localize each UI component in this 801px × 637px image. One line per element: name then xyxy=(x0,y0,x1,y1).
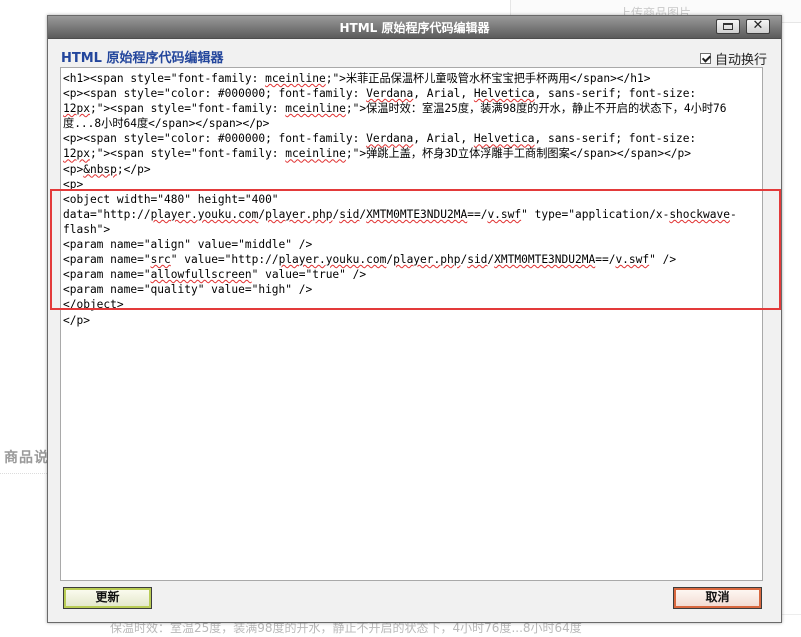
close-icon: ✕ xyxy=(752,18,764,33)
update-button[interactable]: 更新 xyxy=(63,587,152,609)
code-line: data="http://player.youku.com/player.php… xyxy=(63,207,737,221)
code-line: <h1><span style="font-family: mceinline;… xyxy=(63,72,651,85)
code-line: 度...8小时64度</span></span></p> xyxy=(63,117,270,131)
mascot-image xyxy=(140,0,180,14)
divider xyxy=(0,473,47,474)
product-description-label: 商品说 xyxy=(4,450,49,466)
code-line: <p> xyxy=(63,177,84,191)
code-line: <p><span style="color: #000000; font-fam… xyxy=(63,87,697,101)
code-line: <object width="480" height="400" xyxy=(63,192,279,206)
code-line: <param name="src" value="http://player.y… xyxy=(63,253,677,267)
code-line: </object> xyxy=(63,298,124,312)
maximize-button[interactable] xyxy=(716,19,740,34)
dialog-titlebar[interactable]: HTML 原始程序代码编辑器 ✕ xyxy=(48,16,781,39)
html-source-editor-dialog: HTML 原始程序代码编辑器 ✕ HTML 原始程序代码编辑器 自动换行 <h1… xyxy=(47,15,782,623)
code-line: <param name="quality" value="high" /> xyxy=(63,283,313,297)
code-line: <param name="align" value="middle" /> xyxy=(63,238,313,252)
editor-heading: HTML 原始程序代码编辑器 xyxy=(61,51,224,66)
close-button[interactable]: ✕ xyxy=(746,18,770,34)
dialog-title: HTML 原始程序代码编辑器 xyxy=(339,21,490,35)
code-line: <param name="allowfullscreen" value="tru… xyxy=(63,268,367,282)
code-line: 12px;"><span style="font-family: mceinli… xyxy=(63,102,727,116)
source-code-textarea[interactable]: <h1><span style="font-family: mceinline;… xyxy=(60,67,763,581)
code-line: 12px;"><span style="font-family: mceinli… xyxy=(63,147,692,161)
cancel-button[interactable]: 取消 xyxy=(673,587,762,609)
word-wrap-toggle[interactable]: 自动换行 xyxy=(700,49,767,68)
code-line: flash"> xyxy=(63,222,111,236)
word-wrap-label: 自动换行 xyxy=(715,53,768,68)
code-line: <p><span style="color: #000000; font-fam… xyxy=(63,132,697,146)
code-line: <p>&nbsp;</p> xyxy=(63,162,151,176)
code-line: </p> xyxy=(63,313,90,327)
maximize-icon xyxy=(723,23,733,30)
checkbox-checked-icon[interactable] xyxy=(700,53,711,64)
